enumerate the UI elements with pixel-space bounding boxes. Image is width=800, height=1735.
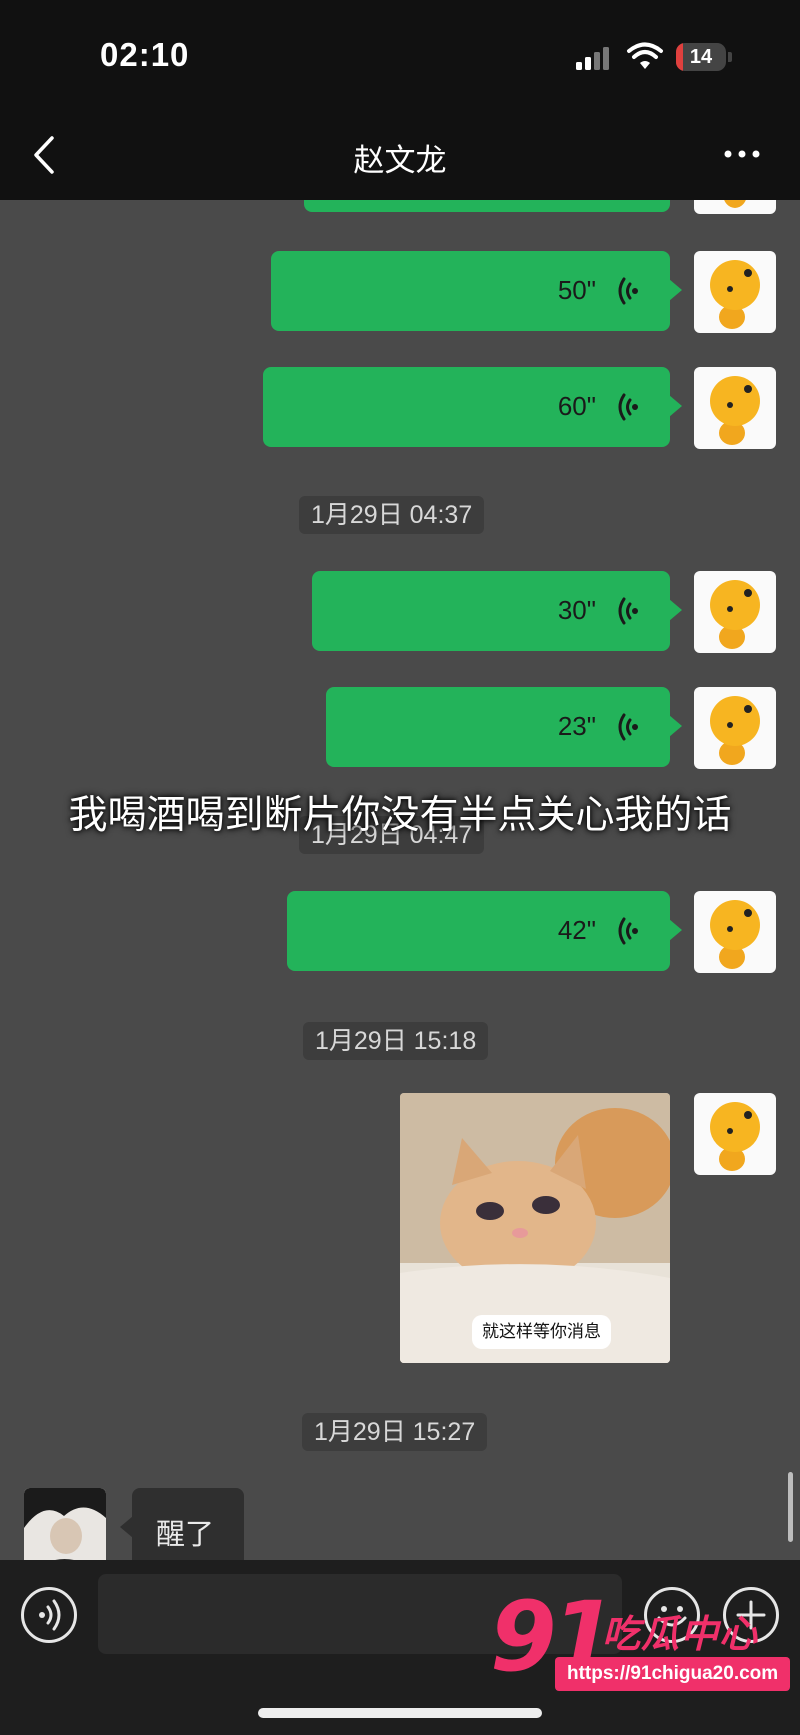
- text-message[interactable]: 醒了: [120, 1488, 244, 1560]
- voice-play-icon: [618, 393, 638, 421]
- avatar-image: [710, 696, 760, 765]
- avatar-image: [710, 1102, 760, 1171]
- voice-duration: 30": [557, 595, 596, 625]
- avatar-image: [24, 1488, 106, 1560]
- wifi-icon: [627, 42, 663, 69]
- message-list[interactable]: 50" 60" 1月29日 04:37 30" 23" 1月29日 04:47 …: [0, 200, 800, 1560]
- image-caption: 就这样等你消息: [472, 1315, 611, 1349]
- voice-input-button[interactable]: [21, 1587, 77, 1643]
- avatar-image: [710, 580, 760, 649]
- avatar-image: [724, 200, 746, 208]
- watermark: 91 吃瓜中心 https://91chigua20.com: [490, 1581, 791, 1705]
- voice-message[interactable]: 23": [326, 687, 682, 767]
- avatar[interactable]: [694, 571, 776, 653]
- message-text: 醒了: [156, 1519, 215, 1551]
- voice-message[interactable]: 42": [287, 891, 682, 971]
- watermark-brand: 吃瓜中心: [602, 1614, 759, 1656]
- avatar[interactable]: [694, 367, 776, 449]
- avatar[interactable]: [694, 891, 776, 973]
- voice-play-icon: [618, 277, 638, 305]
- voice-message[interactable]: [304, 200, 670, 212]
- avatar-image: [710, 260, 760, 329]
- timestamp: 1月29日 15:18: [303, 1022, 489, 1060]
- status-time: 02:10: [100, 36, 190, 73]
- battery-icon: 14: [676, 43, 726, 71]
- battery-tip: [728, 52, 732, 62]
- voice-play-icon: [618, 713, 638, 741]
- voice-duration: 23": [557, 711, 596, 741]
- watermark-url: https://91chigua20.com: [555, 1657, 791, 1691]
- voice-message[interactable]: 60": [263, 367, 682, 447]
- avatar[interactable]: [694, 1093, 776, 1175]
- voice-duration: 42": [557, 915, 596, 945]
- overlay-caption: 我喝酒喝到断片你没有半点关心我的话: [68, 794, 732, 837]
- avatar[interactable]: [694, 251, 776, 333]
- voice-message[interactable]: 50": [271, 251, 682, 331]
- image-message[interactable]: 就这样等你消息: [400, 1093, 670, 1363]
- home-indicator[interactable]: [258, 1708, 542, 1718]
- chat-title: 赵文龙: [353, 143, 447, 178]
- voice-play-icon: [618, 597, 638, 625]
- voice-message[interactable]: 30": [312, 571, 682, 651]
- timestamp: 1月29日 04:37: [299, 496, 485, 534]
- voice-duration: 60": [557, 391, 596, 421]
- voice-duration: 50": [557, 275, 596, 305]
- avatar[interactable]: [694, 687, 776, 769]
- chat-header: 赵文龙: [0, 110, 800, 200]
- voice-play-icon: [618, 917, 638, 945]
- signal-icon: [576, 47, 609, 70]
- avatar[interactable]: [694, 200, 776, 214]
- timestamp: 1月29日 15:27: [302, 1413, 488, 1451]
- avatar-image: [710, 900, 760, 969]
- status-bar: 02:10 14: [0, 0, 800, 110]
- more-icon[interactable]: [722, 144, 762, 164]
- voice-input-icon: [39, 1599, 61, 1631]
- avatar-image: [710, 376, 760, 445]
- avatar[interactable]: [24, 1488, 106, 1560]
- scrollbar[interactable]: [788, 1472, 793, 1542]
- battery-percent: 14: [689, 46, 713, 68]
